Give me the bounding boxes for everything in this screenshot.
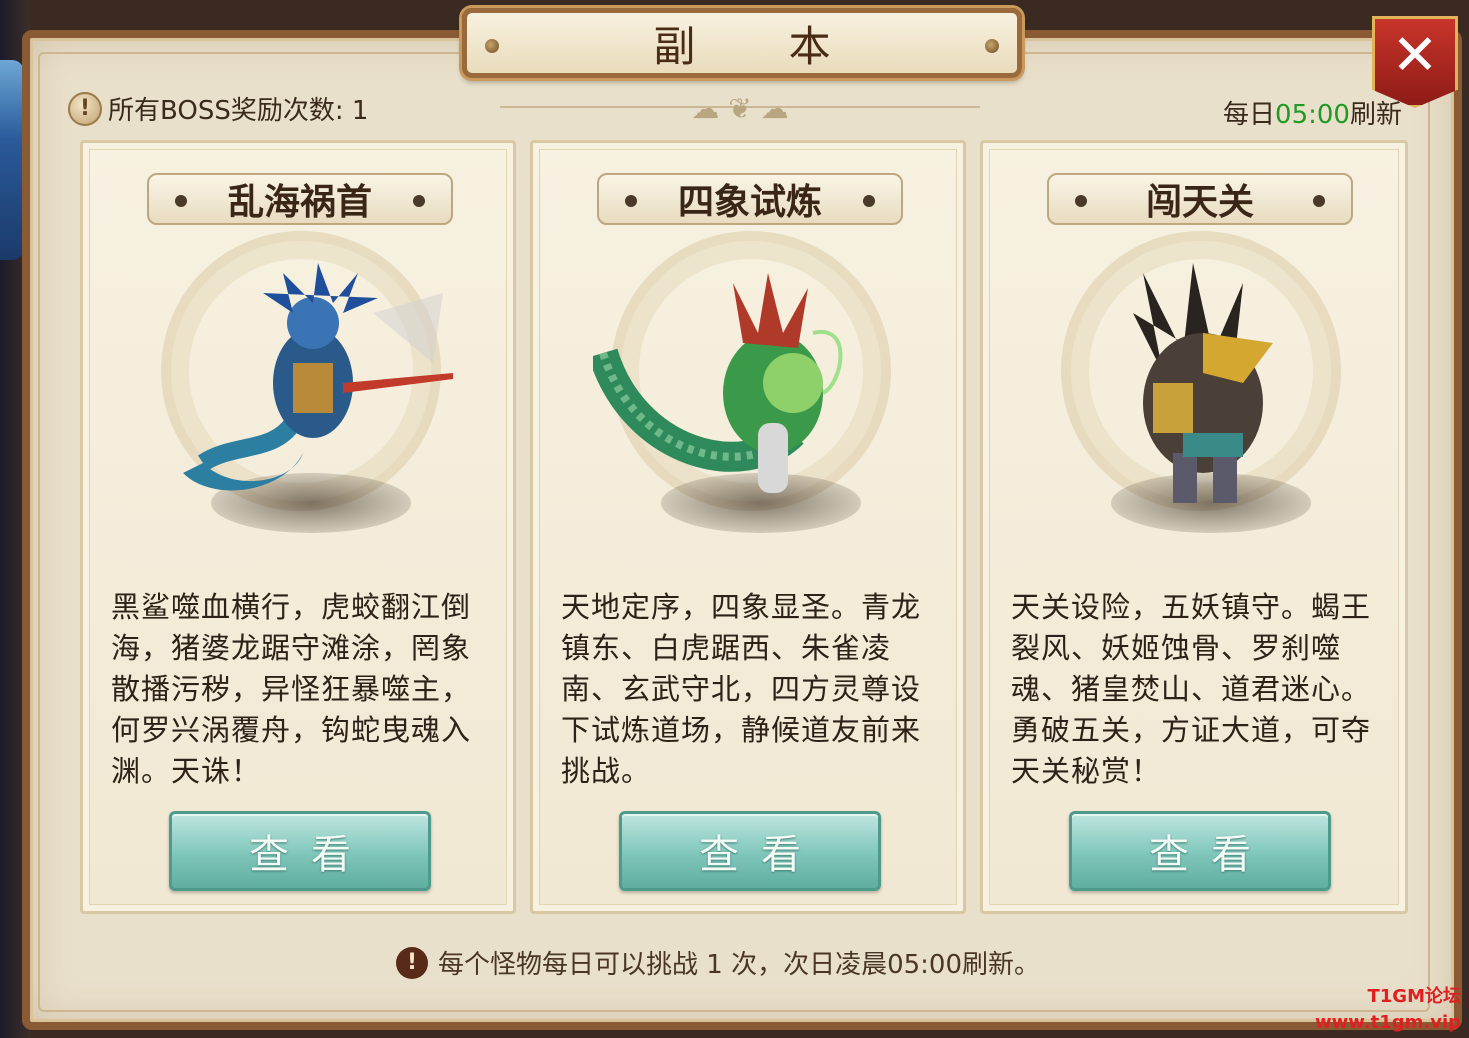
dungeon-card-sea: 乱海祸首 黑鲨噬血横行，虎蛟翻江倒海，猪婆龙踞守滩涂，罔象散播污秽，异怪狂暴噬主… — [80, 140, 516, 914]
banner-dot-right — [1313, 195, 1325, 207]
view-button[interactable]: 查看 — [169, 811, 431, 891]
refresh-suffix: 刷新 — [1349, 100, 1402, 130]
refresh-time: 05:00 — [1275, 100, 1350, 130]
boss-reward-label: 所有BOSS奖励次数: 1 — [108, 96, 369, 126]
footer-note: ! 每个怪物每日可以挑战 1 次，次日凌晨05:00刷新。 — [396, 944, 1040, 981]
armored-beast-boss-icon — [1133, 263, 1273, 503]
green-serpent-boss-icon — [593, 273, 843, 493]
banner-dot-left — [175, 195, 187, 207]
watermark: T1GM论坛 www.t1gm.vip — [1315, 984, 1461, 1036]
boss-reward-count: ! 所有BOSS奖励次数: 1 — [68, 90, 368, 127]
plaque-stud-left — [485, 39, 499, 53]
warning-icon: ! — [396, 946, 428, 979]
card-title-banner: 闯天关 — [1047, 173, 1353, 225]
refresh-prefix: 每日 — [1223, 100, 1276, 130]
tassel-decoration — [0, 60, 24, 260]
banner-dot-right — [413, 195, 425, 207]
footer-note-text: 每个怪物每日可以挑战 1 次，次日凌晨05:00刷新。 — [438, 950, 1040, 980]
plaque-stud-right — [985, 39, 999, 53]
card-description: 天地定序，四象显圣。青龙镇东、白虎踞西、朱雀凌南、玄武守北，四方灵尊设下试炼道场… — [561, 590, 922, 788]
close-icon: ✕ — [1391, 22, 1439, 88]
dungeon-card-four-symbols: 四象试炼 天地定序，四象显圣。青龙镇东、白虎踞西、朱雀凌南、玄武守北，四方灵尊设… — [530, 140, 966, 914]
dungeon-card-heaven-pass: 闯天关 天关设险，五妖镇守。蝎王裂风、妖姬蚀骨、罗刹噬魂、猪皇焚山、道君迷心。勇… — [980, 140, 1408, 914]
card-title: 乱海祸首 — [227, 182, 372, 223]
card-title: 四象试炼 — [677, 182, 822, 223]
daily-refresh-info: 每日05:00刷新 — [1223, 94, 1402, 131]
banner-dot-left — [1075, 195, 1087, 207]
view-button[interactable]: 查看 — [619, 811, 881, 891]
banner-dot-left — [625, 195, 637, 207]
cloud-ornament-icon: ☁ ❦ ☁ — [691, 92, 789, 125]
card-title-banner: 乱海祸首 — [147, 173, 453, 225]
watermark-line2: www.t1gm.vip — [1315, 1012, 1461, 1033]
card-description: 天关设险，五妖镇守。蝎王裂风、妖姬蚀骨、罗刹噬魂、猪皇焚山、道君迷心。勇破五关，… — [1011, 590, 1372, 788]
banner-dot-right — [863, 195, 875, 207]
view-button[interactable]: 查看 — [1069, 811, 1331, 891]
sea-dragon-boss-icon — [183, 263, 453, 491]
info-icon: ! — [68, 91, 102, 126]
card-description: 黑鲨噬血横行，虎蛟翻江倒海，猪婆龙踞守滩涂，罔象散播污秽，异怪狂暴噬主，何罗兴涡… — [111, 590, 472, 788]
page-title: 副 本 — [653, 21, 871, 71]
card-title: 闯天关 — [1145, 182, 1254, 223]
card-title-banner: 四象试炼 — [597, 173, 903, 225]
title-plaque: 副 本 — [462, 8, 1022, 78]
watermark-line1: T1GM论坛 — [1367, 986, 1462, 1007]
